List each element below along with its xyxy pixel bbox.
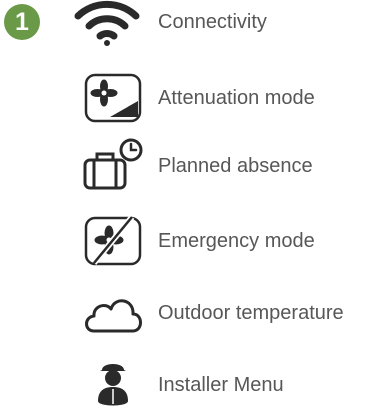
wifi-icon [74,0,140,50]
menu-item-attenuation-mode[interactable]: Attenuation mode [76,68,381,128]
menu-item-connectivity[interactable]: Connectivity [74,0,381,52]
cloud-icon [80,285,146,341]
menu-item-outdoor-temperature[interactable]: Outdoor temperature [76,283,381,343]
menu-item-label: Connectivity [158,10,267,33]
menu-item-label: Installer Menu [158,373,284,396]
fan-emergency-icon [80,213,146,269]
menu-item-label: Attenuation mode [158,86,315,109]
menu-item-label: Outdoor temperature [158,301,344,324]
menu-item-label: Planned absence [158,154,313,177]
menu-item-planned-absence[interactable]: Planned absence [76,136,381,196]
suitcase-clock-icon [80,138,146,194]
menu-item-installer-menu[interactable]: Installer Menu [76,355,381,415]
fan-attenuation-icon [80,70,146,126]
settings-menu: Connectivity Attenuation mode Planned ab… [0,0,383,409]
menu-item-label: Emergency mode [158,229,315,252]
menu-item-emergency-mode[interactable]: Emergency mode [76,211,381,271]
installer-person-icon [80,357,146,413]
